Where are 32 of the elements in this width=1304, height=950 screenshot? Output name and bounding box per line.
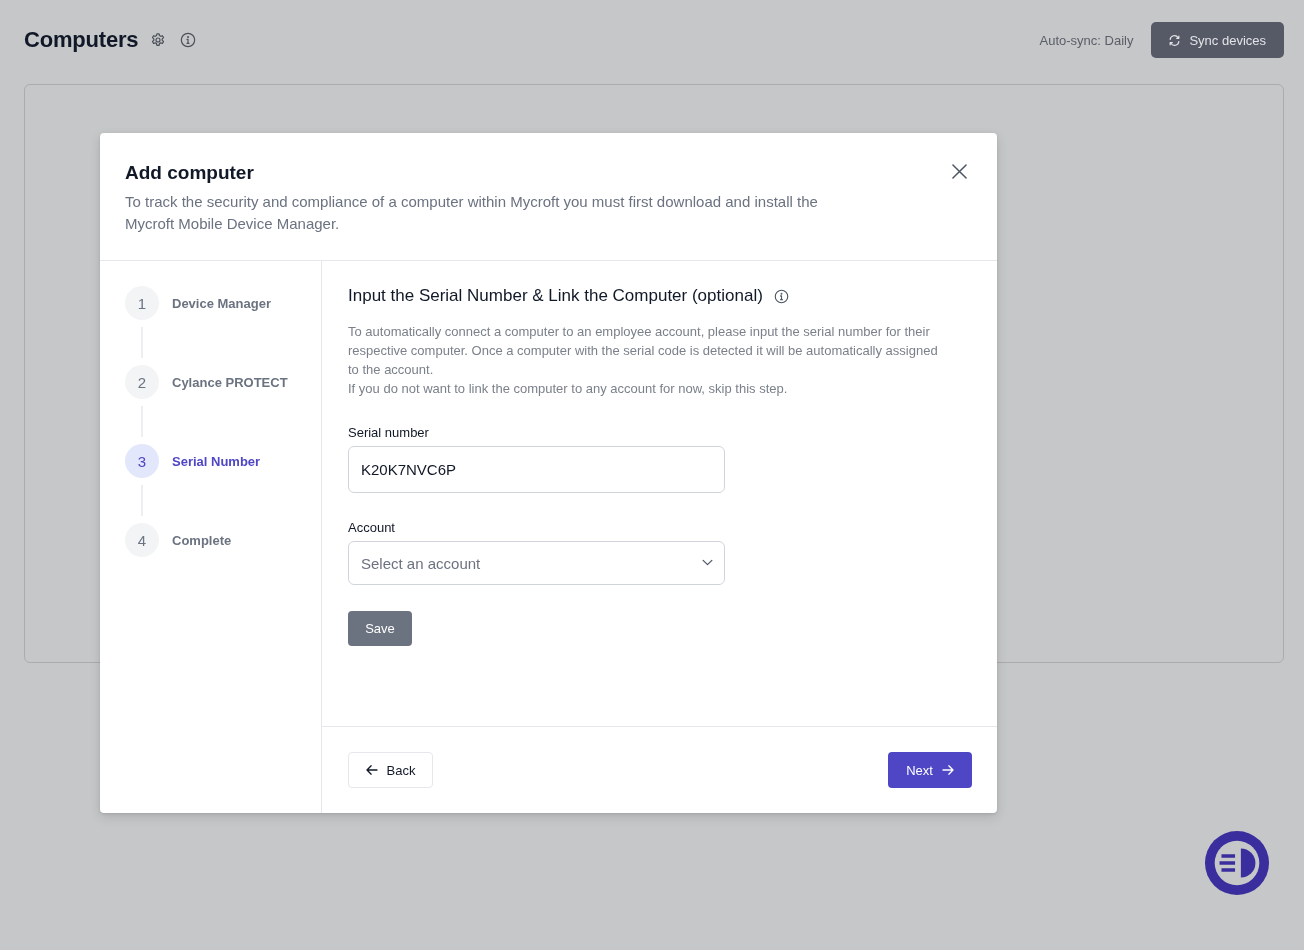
account-select[interactable]: Select an account <box>348 541 725 585</box>
serial-number-field[interactable]: K20K7NVC6P <box>348 446 725 493</box>
step-label[interactable]: Serial Number <box>172 453 261 469</box>
close-icon[interactable] <box>952 164 967 179</box>
step-number: 4 <box>125 523 159 557</box>
save-button[interactable]: Save <box>348 611 412 646</box>
section-title: Input the Serial Number & Link the Computer (optional) <box>348 285 763 307</box>
refresh-icon <box>1168 33 1182 47</box>
settings-icon[interactable] <box>150 32 167 48</box>
section-description: If you do not want to link the computer to any account for now, skip this step. <box>348 380 789 398</box>
step-label[interactable]: Device Manager <box>172 295 271 311</box>
info-icon[interactable] <box>773 288 789 304</box>
step-number: 2 <box>125 365 159 399</box>
back-button[interactable]: Back <box>348 752 433 788</box>
step-label[interactable]: Cylance PROTECT <box>172 374 288 390</box>
auto-sync-label: Auto-sync: Daily <box>1039 32 1134 48</box>
logo-icon[interactable] <box>1204 830 1270 896</box>
dialog-description: To track the security and compliance of a computer within Mycroft you must first download and install the Mycroft Mobile Device Manager. <box>125 192 819 234</box>
next-button[interactable]: Next <box>888 752 972 788</box>
step-label[interactable]: Complete <box>172 532 232 548</box>
field-label: Account <box>348 519 395 537</box>
section-description: To automatically connect a computer to an employee account, please input the serial number for their respective computer. Once a computer with the serial code is detected it will be automatically assigned to the account. <box>348 323 939 379</box>
chevron-down-icon <box>702 559 713 566</box>
field-label: Serial number <box>348 424 429 442</box>
arrow-right-icon <box>941 765 954 775</box>
step-number: 1 <box>125 286 159 320</box>
sync-devices-button[interactable]: Sync devices <box>1151 22 1284 58</box>
arrow-left-icon <box>365 765 378 775</box>
page-title: Computers <box>24 27 139 53</box>
dialog-title: Add computer <box>125 161 254 185</box>
step-number: 3 <box>125 444 159 478</box>
info-icon[interactable] <box>180 32 197 48</box>
